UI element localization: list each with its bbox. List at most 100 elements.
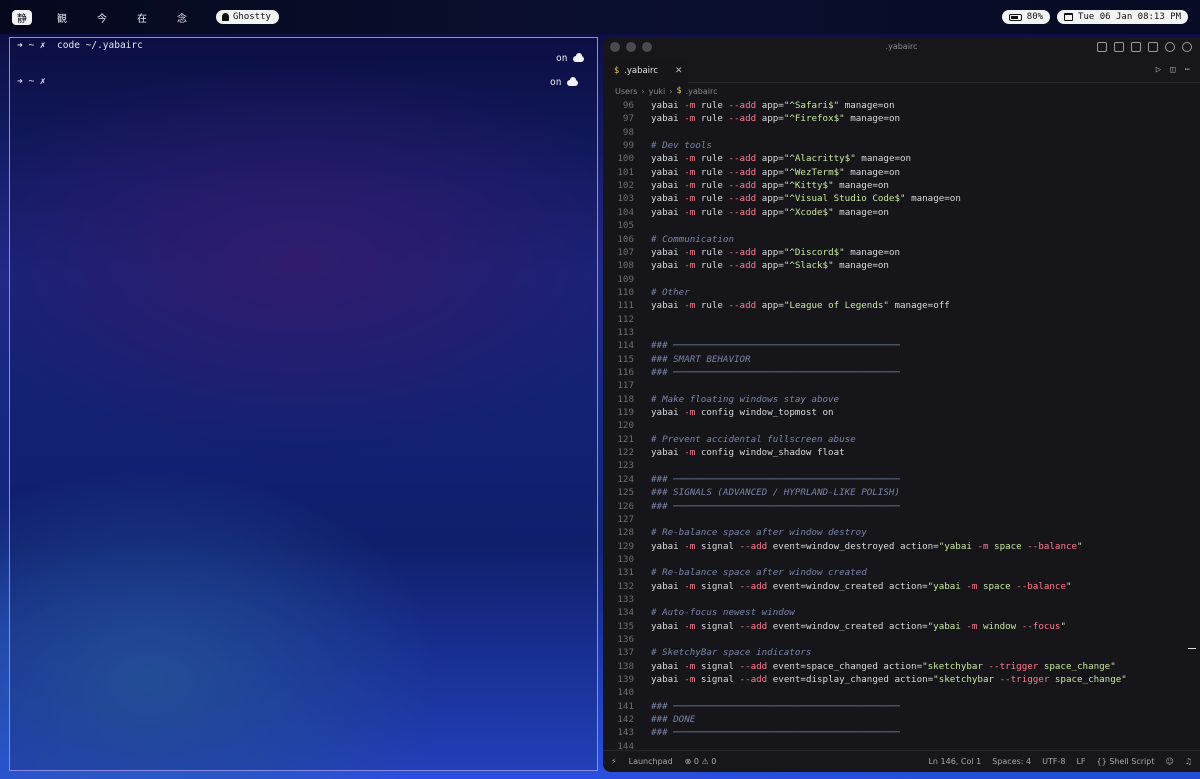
line-text: yabai -m rule --add app="^Safari$" manag… bbox=[651, 100, 895, 111]
copilot-icon[interactable]: ☺ bbox=[1165, 757, 1173, 766]
code-line[interactable]: 135 yabai -m signal --add event=window_cr… bbox=[603, 621, 1193, 634]
breadcrumb-item[interactable]: .yabairc bbox=[686, 87, 718, 96]
code-line[interactable]: 98 bbox=[603, 127, 1193, 140]
space-2[interactable]: 観 bbox=[52, 10, 72, 25]
code-line[interactable]: 115 ### SMART BEHAVIOR bbox=[603, 354, 1193, 367]
code-line[interactable]: 122 yabai -m config window_shadow float bbox=[603, 447, 1193, 460]
language-mode[interactable]: {} Shell Script bbox=[1097, 757, 1155, 766]
problems-indicator[interactable]: ⊗ 0 ⚠ 0 bbox=[685, 757, 717, 766]
code-line[interactable]: 140 bbox=[603, 687, 1193, 700]
code-line[interactable]: 126 ### ─────────────────────────────────… bbox=[603, 501, 1193, 514]
code-line[interactable]: 119 yabai -m config window_topmost on bbox=[603, 407, 1193, 420]
encoding[interactable]: UTF-8 bbox=[1042, 757, 1065, 766]
breadcrumb-item[interactable]: Users bbox=[615, 87, 637, 96]
code-line[interactable]: 144 bbox=[603, 741, 1193, 750]
code-line[interactable]: 142 ### DONE bbox=[603, 714, 1193, 727]
code-line[interactable]: 121 # Prevent accidental fullscreen abuse bbox=[603, 434, 1193, 447]
space-5[interactable]: 念 bbox=[172, 10, 192, 25]
code-line[interactable]: 101 yabai -m rule --add app="^WezTerm$" m… bbox=[603, 167, 1193, 180]
code-line[interactable]: 103 yabai -m rule --add app="^Visual Stud… bbox=[603, 193, 1193, 206]
title-bar[interactable]: .yabairc bbox=[603, 37, 1200, 58]
notifications-bell-icon[interactable]: ♫ bbox=[1185, 757, 1192, 766]
code-line[interactable]: 117 bbox=[603, 380, 1193, 393]
line-text: # Auto-focus newest window bbox=[651, 607, 795, 619]
end-of-line[interactable]: LF bbox=[1076, 757, 1085, 766]
line-number: 121 bbox=[617, 433, 634, 445]
code-line[interactable]: 130 bbox=[603, 554, 1193, 567]
code-line[interactable]: 138 yabai -m signal --add event=space_cha… bbox=[603, 661, 1193, 674]
code-line[interactable]: 99 # Dev tools bbox=[603, 140, 1193, 153]
code-line[interactable]: 96 yabai -m rule --add app="^Safari$" man… bbox=[603, 100, 1193, 113]
battery-widget[interactable]: 80% bbox=[1001, 10, 1051, 24]
code-line[interactable]: 111 yabai -m rule --add app="League of Le… bbox=[603, 300, 1193, 313]
code-editor[interactable]: 96 yabai -m rule --add app="^Safari$" man… bbox=[603, 99, 1200, 750]
settings-gear-icon[interactable] bbox=[1182, 42, 1192, 52]
code-line[interactable]: 141 ### ─────────────────────────────────… bbox=[603, 701, 1193, 714]
customize-layout-icon[interactable] bbox=[1097, 42, 1107, 52]
toggle-secondary-sidebar-icon[interactable] bbox=[1148, 42, 1158, 52]
code-line[interactable]: 129 yabai -m signal --add event=window_de… bbox=[603, 541, 1193, 554]
close-tab-icon[interactable]: ✕ bbox=[675, 66, 683, 76]
code-line[interactable]: 113 bbox=[603, 327, 1193, 340]
clock-widget[interactable]: Tue 06 Jan 08:13 PM bbox=[1057, 10, 1188, 24]
line-number: 132 bbox=[617, 580, 634, 592]
code-line[interactable]: 133 bbox=[603, 594, 1193, 607]
vscode-window[interactable]: .yabairc $ .yabairc ✕ ▷ ◫ ⋯ Users › yuki… bbox=[603, 37, 1200, 772]
account-icon[interactable] bbox=[1165, 42, 1175, 52]
line-number: 114 bbox=[617, 340, 634, 352]
code-line[interactable]: 107 yabai -m rule --add app="^Discord$" m… bbox=[603, 247, 1193, 260]
code-line[interactable]: 131 # Re-balance space after window creat… bbox=[603, 567, 1193, 580]
run-icon[interactable]: ▷ bbox=[1156, 65, 1161, 75]
code-line[interactable]: 97 yabai -m rule --add app="^Firefox$" ma… bbox=[603, 113, 1193, 126]
chevron-right-icon: › bbox=[669, 86, 673, 96]
code-line[interactable]: 139 yabai -m signal --add event=display_c… bbox=[603, 674, 1193, 687]
code-line[interactable]: 114 ### ─────────────────────────────────… bbox=[603, 340, 1193, 353]
code-line[interactable]: 106 # Communication bbox=[603, 234, 1193, 247]
cursor-position[interactable]: Ln 146, Col 1 bbox=[928, 757, 981, 766]
code-line[interactable]: 109 bbox=[603, 274, 1193, 287]
terminal-window[interactable]: ➜ ~ ✗ code ~/.yabairc on ➜ ~ ✗ on bbox=[9, 37, 598, 771]
code-line[interactable]: 128 # Re-balance space after window destr… bbox=[603, 527, 1193, 540]
code-line[interactable]: 100 yabai -m rule --add app="^Alacritty$"… bbox=[603, 153, 1193, 166]
code-line[interactable]: 123 bbox=[603, 460, 1193, 473]
code-line[interactable]: 112 bbox=[603, 314, 1193, 327]
code-line[interactable]: 125 ### SIGNALS (ADVANCED / HYPRLAND-LIKE… bbox=[603, 487, 1193, 500]
toggle-sidebar-icon[interactable] bbox=[1114, 42, 1124, 52]
space-indicators: 静 観 今 在 念 bbox=[12, 9, 192, 25]
more-actions-icon[interactable]: ⋯ bbox=[1185, 65, 1190, 75]
space-1[interactable]: 静 bbox=[12, 9, 32, 25]
line-number: 108 bbox=[617, 260, 634, 272]
line-text: ### ────────────────────────────────────… bbox=[651, 473, 900, 485]
space-4[interactable]: 在 bbox=[132, 10, 152, 25]
line-number: 99 bbox=[622, 140, 634, 152]
code-line[interactable]: 134 # Auto-focus newest window bbox=[603, 607, 1193, 620]
active-app-pill[interactable]: Ghostty bbox=[216, 10, 279, 24]
code-line[interactable]: 108 yabai -m rule --add app="^Slack$" man… bbox=[603, 260, 1193, 273]
code-line[interactable]: 104 yabai -m rule --add app="^Xcode$" man… bbox=[603, 207, 1193, 220]
code-line[interactable]: 127 bbox=[603, 514, 1193, 527]
code-line[interactable]: 116 ### ─────────────────────────────────… bbox=[603, 367, 1193, 380]
line-number: 137 bbox=[617, 647, 634, 659]
toggle-panel-icon[interactable] bbox=[1131, 42, 1141, 52]
space-3[interactable]: 今 bbox=[92, 10, 112, 25]
line-number: 109 bbox=[617, 273, 634, 285]
split-editor-icon[interactable]: ◫ bbox=[1170, 65, 1175, 75]
code-line[interactable]: 143 ### ─────────────────────────────────… bbox=[603, 727, 1193, 740]
code-line[interactable]: 102 yabai -m rule --add app="^Kitty$" man… bbox=[603, 180, 1193, 193]
code-line[interactable]: 118 # Make floating windows stay above bbox=[603, 394, 1193, 407]
code-line[interactable]: 137 # SketchyBar space indicators bbox=[603, 647, 1193, 660]
launchpad-item[interactable]: Launchpad bbox=[629, 757, 673, 766]
code-line[interactable]: 120 bbox=[603, 420, 1193, 433]
breadcrumb-item[interactable]: yuki bbox=[649, 87, 666, 96]
code-line[interactable]: 110 # Other bbox=[603, 287, 1193, 300]
line-number: 112 bbox=[617, 313, 634, 325]
code-line[interactable]: 132 yabai -m signal --add event=window_cr… bbox=[603, 581, 1193, 594]
code-line[interactable]: 136 bbox=[603, 634, 1193, 647]
code-line[interactable]: 105 bbox=[603, 220, 1193, 233]
remote-indicator[interactable]: ⚡ bbox=[611, 757, 617, 766]
code-line[interactable]: 124 ### ─────────────────────────────────… bbox=[603, 474, 1193, 487]
line-number: 129 bbox=[617, 540, 634, 552]
tab-yabairc[interactable]: $ .yabairc ✕ bbox=[603, 58, 688, 83]
indentation[interactable]: Spaces: 4 bbox=[992, 757, 1031, 766]
line-number: 130 bbox=[617, 553, 634, 565]
